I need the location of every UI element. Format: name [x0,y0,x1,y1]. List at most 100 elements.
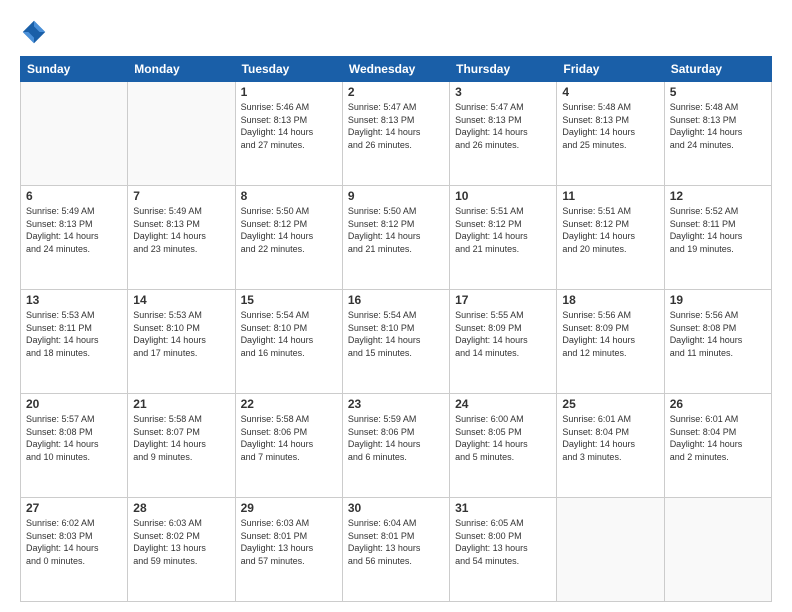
cell-content: Sunrise: 6:01 AM Sunset: 8:04 PM Dayligh… [562,413,658,463]
calendar-cell: 22Sunrise: 5:58 AM Sunset: 8:06 PM Dayli… [235,394,342,498]
calendar-week-5: 27 Sunrise: 6:02 AM Sunset: 8:03 PM Dayli… [21,498,772,602]
cell-content: Sunrise: 5:48 AM Sunset: 8:13 PM Dayligh… [562,101,658,151]
weekday-header-row: SundayMondayTuesdayWednesdayThursdayFrid… [21,57,772,82]
weekday-header-wednesday: Wednesday [342,57,449,82]
day-number: 25 [562,397,658,411]
day-number: 18 [562,293,658,307]
day-number: 22 [241,397,337,411]
day-number: 4 [562,85,658,99]
day-number: 14 [133,293,229,307]
logo [20,18,50,46]
calendar-cell: 18 Sunrise: 5:56 AM Sunset: 8:09 PM Dayli… [557,290,664,394]
calendar-cell: 7 Sunrise: 5:49 AM Sunset: 8:13 PM Daylig… [128,186,235,290]
calendar-cell: 5 Sunrise: 5:48 AM Sunset: 8:13 PM Daylig… [664,82,771,186]
calendar-cell: 16 Sunrise: 5:54 AM Sunset: 8:10 PM Dayli… [342,290,449,394]
cell-content: Sunrise: 6:03 AM Sunset: 8:01 PM Dayligh… [241,517,337,567]
cell-content: Sunrise: 6:04 AM Sunset: 8:01 PM Dayligh… [348,517,444,567]
day-number: 28 [133,501,229,515]
cell-content: Sunrise: 5:55 AM Sunset: 8:09 PM Dayligh… [455,309,551,359]
cell-content: Sunrise: 5:52 AM Sunset: 8:11 PM Dayligh… [670,205,766,255]
calendar-cell: 23 Sunrise: 5:59 AM Sunset: 8:06 PM Dayli… [342,394,449,498]
calendar-cell: 20Sunrise: 5:57 AM Sunset: 8:08 PM Dayli… [21,394,128,498]
cell-content: Sunrise: 5:47 AM Sunset: 8:13 PM Dayligh… [455,101,551,151]
cell-content: Sunrise: 6:01 AM Sunset: 8:04 PM Dayligh… [670,413,766,463]
calendar-cell: 15Sunrise: 5:54 AM Sunset: 8:10 PM Dayli… [235,290,342,394]
cell-content: Sunrise: 5:53 AM Sunset: 8:10 PM Dayligh… [133,309,229,359]
cell-content: Sunrise: 5:49 AM Sunset: 8:13 PM Dayligh… [26,205,122,255]
calendar-cell: 25 Sunrise: 6:01 AM Sunset: 8:04 PM Dayli… [557,394,664,498]
calendar-cell: 14 Sunrise: 5:53 AM Sunset: 8:10 PM Dayli… [128,290,235,394]
day-number: 30 [348,501,444,515]
calendar-cell: 24 Sunrise: 6:00 AM Sunset: 8:05 PM Dayli… [450,394,557,498]
calendar-cell: 31Sunrise: 6:05 AM Sunset: 8:00 PM Dayli… [450,498,557,602]
cell-content: Sunrise: 5:50 AM Sunset: 8:12 PM Dayligh… [348,205,444,255]
calendar-week-3: 13 Sunrise: 5:53 AM Sunset: 8:11 PM Dayli… [21,290,772,394]
calendar-cell: 17 Sunrise: 5:55 AM Sunset: 8:09 PM Dayli… [450,290,557,394]
cell-content: Sunrise: 5:53 AM Sunset: 8:11 PM Dayligh… [26,309,122,359]
cell-content: Sunrise: 5:59 AM Sunset: 8:06 PM Dayligh… [348,413,444,463]
calendar-header: SundayMondayTuesdayWednesdayThursdayFrid… [21,57,772,82]
cell-content: Sunrise: 6:00 AM Sunset: 8:05 PM Dayligh… [455,413,551,463]
day-number: 9 [348,189,444,203]
day-number: 13 [26,293,122,307]
calendar-cell: 30 Sunrise: 6:04 AM Sunset: 8:01 PM Dayli… [342,498,449,602]
calendar-cell: 4 Sunrise: 5:48 AM Sunset: 8:13 PM Daylig… [557,82,664,186]
day-number: 12 [670,189,766,203]
cell-content: Sunrise: 5:49 AM Sunset: 8:13 PM Dayligh… [133,205,229,255]
weekday-header-thursday: Thursday [450,57,557,82]
calendar-cell: 8 Sunrise: 5:50 AM Sunset: 8:12 PM Daylig… [235,186,342,290]
cell-content: Sunrise: 5:51 AM Sunset: 8:12 PM Dayligh… [455,205,551,255]
cell-content: Sunrise: 5:51 AM Sunset: 8:12 PM Dayligh… [562,205,658,255]
day-number: 24 [455,397,551,411]
day-number: 1 [241,85,337,99]
logo-icon [20,18,48,46]
cell-content: Sunrise: 6:03 AM Sunset: 8:02 PM Dayligh… [133,517,229,567]
day-number: 7 [133,189,229,203]
day-number: 2 [348,85,444,99]
weekday-header-tuesday: Tuesday [235,57,342,82]
weekday-header-friday: Friday [557,57,664,82]
cell-content: Sunrise: 5:50 AM Sunset: 8:12 PM Dayligh… [241,205,337,255]
calendar-cell: 2Sunrise: 5:47 AM Sunset: 8:13 PM Daylig… [342,82,449,186]
calendar-cell [557,498,664,602]
cell-content: Sunrise: 5:54 AM Sunset: 8:10 PM Dayligh… [348,309,444,359]
cell-content: Sunrise: 5:48 AM Sunset: 8:13 PM Dayligh… [670,101,766,151]
weekday-header-sunday: Sunday [21,57,128,82]
calendar-week-1: 1Sunrise: 5:46 AM Sunset: 8:13 PM Daylig… [21,82,772,186]
weekday-header-monday: Monday [128,57,235,82]
calendar-cell: 29 Sunrise: 6:03 AM Sunset: 8:01 PM Dayli… [235,498,342,602]
day-number: 16 [348,293,444,307]
day-number: 11 [562,189,658,203]
calendar-cell: 9 Sunrise: 5:50 AM Sunset: 8:12 PM Daylig… [342,186,449,290]
calendar-cell: 26 Sunrise: 6:01 AM Sunset: 8:04 PM Dayli… [664,394,771,498]
day-number: 23 [348,397,444,411]
cell-content: Sunrise: 5:57 AM Sunset: 8:08 PM Dayligh… [26,413,122,463]
page: SundayMondayTuesdayWednesdayThursdayFrid… [0,0,792,612]
day-number: 26 [670,397,766,411]
calendar-cell [664,498,771,602]
cell-content: Sunrise: 5:56 AM Sunset: 8:08 PM Dayligh… [670,309,766,359]
calendar-cell: 10Sunrise: 5:51 AM Sunset: 8:12 PM Dayli… [450,186,557,290]
day-number: 3 [455,85,551,99]
day-number: 5 [670,85,766,99]
calendar-cell: 3 Sunrise: 5:47 AM Sunset: 8:13 PM Daylig… [450,82,557,186]
calendar-cell [128,82,235,186]
day-number: 31 [455,501,551,515]
calendar-cell: 21Sunrise: 5:58 AM Sunset: 8:07 PM Dayli… [128,394,235,498]
day-number: 27 [26,501,122,515]
day-number: 29 [241,501,337,515]
day-number: 19 [670,293,766,307]
cell-content: Sunrise: 6:02 AM Sunset: 8:03 PM Dayligh… [26,517,122,567]
calendar-week-4: 20Sunrise: 5:57 AM Sunset: 8:08 PM Dayli… [21,394,772,498]
calendar-cell: 11 Sunrise: 5:51 AM Sunset: 8:12 PM Dayli… [557,186,664,290]
calendar-cell: 19 Sunrise: 5:56 AM Sunset: 8:08 PM Dayli… [664,290,771,394]
calendar-cell: 6Sunrise: 5:49 AM Sunset: 8:13 PM Daylig… [21,186,128,290]
header [20,18,772,46]
cell-content: Sunrise: 5:58 AM Sunset: 8:07 PM Dayligh… [133,413,229,463]
day-number: 15 [241,293,337,307]
calendar-cell: 13 Sunrise: 5:53 AM Sunset: 8:11 PM Dayli… [21,290,128,394]
day-number: 17 [455,293,551,307]
calendar-cell [21,82,128,186]
day-number: 8 [241,189,337,203]
cell-content: Sunrise: 5:56 AM Sunset: 8:09 PM Dayligh… [562,309,658,359]
